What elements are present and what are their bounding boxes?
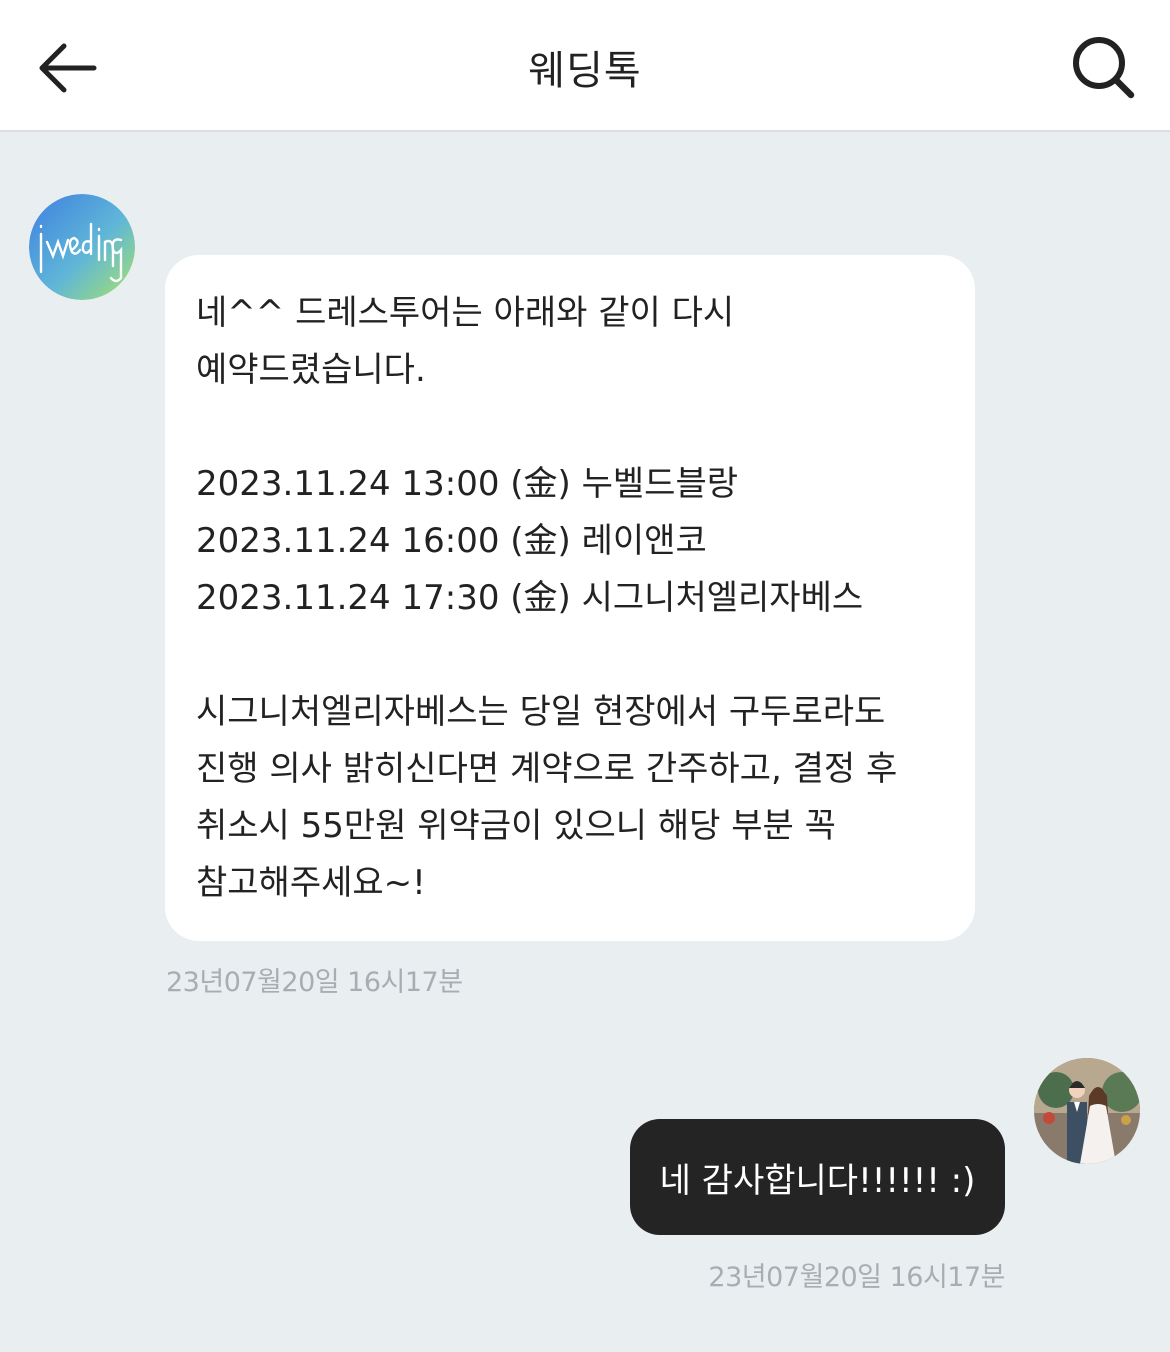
incoming-message-timestamp: 23년07월20일 16시17분: [166, 967, 463, 998]
agency-avatar[interactable]: [29, 194, 135, 300]
app-header: 웨딩톡: [0, 0, 1170, 132]
outgoing-message-bubble: 네 감사합니다!!!!!! :): [630, 1119, 1005, 1235]
page-title: 웨딩톡: [528, 48, 642, 94]
search-icon: [1073, 37, 1135, 99]
jwedding-logo: [29, 194, 135, 300]
search-button[interactable]: [1062, 28, 1146, 108]
incoming-message-bubble: 네^^ 드레스투어는 아래와 같이 다시 예약드렸습니다. 2023.11.24…: [165, 255, 975, 941]
user-avatar[interactable]: [1034, 1058, 1140, 1164]
outgoing-message-timestamp: 23년07월20일 16시17분: [708, 1262, 1005, 1293]
couple-photo: [1034, 1058, 1140, 1164]
